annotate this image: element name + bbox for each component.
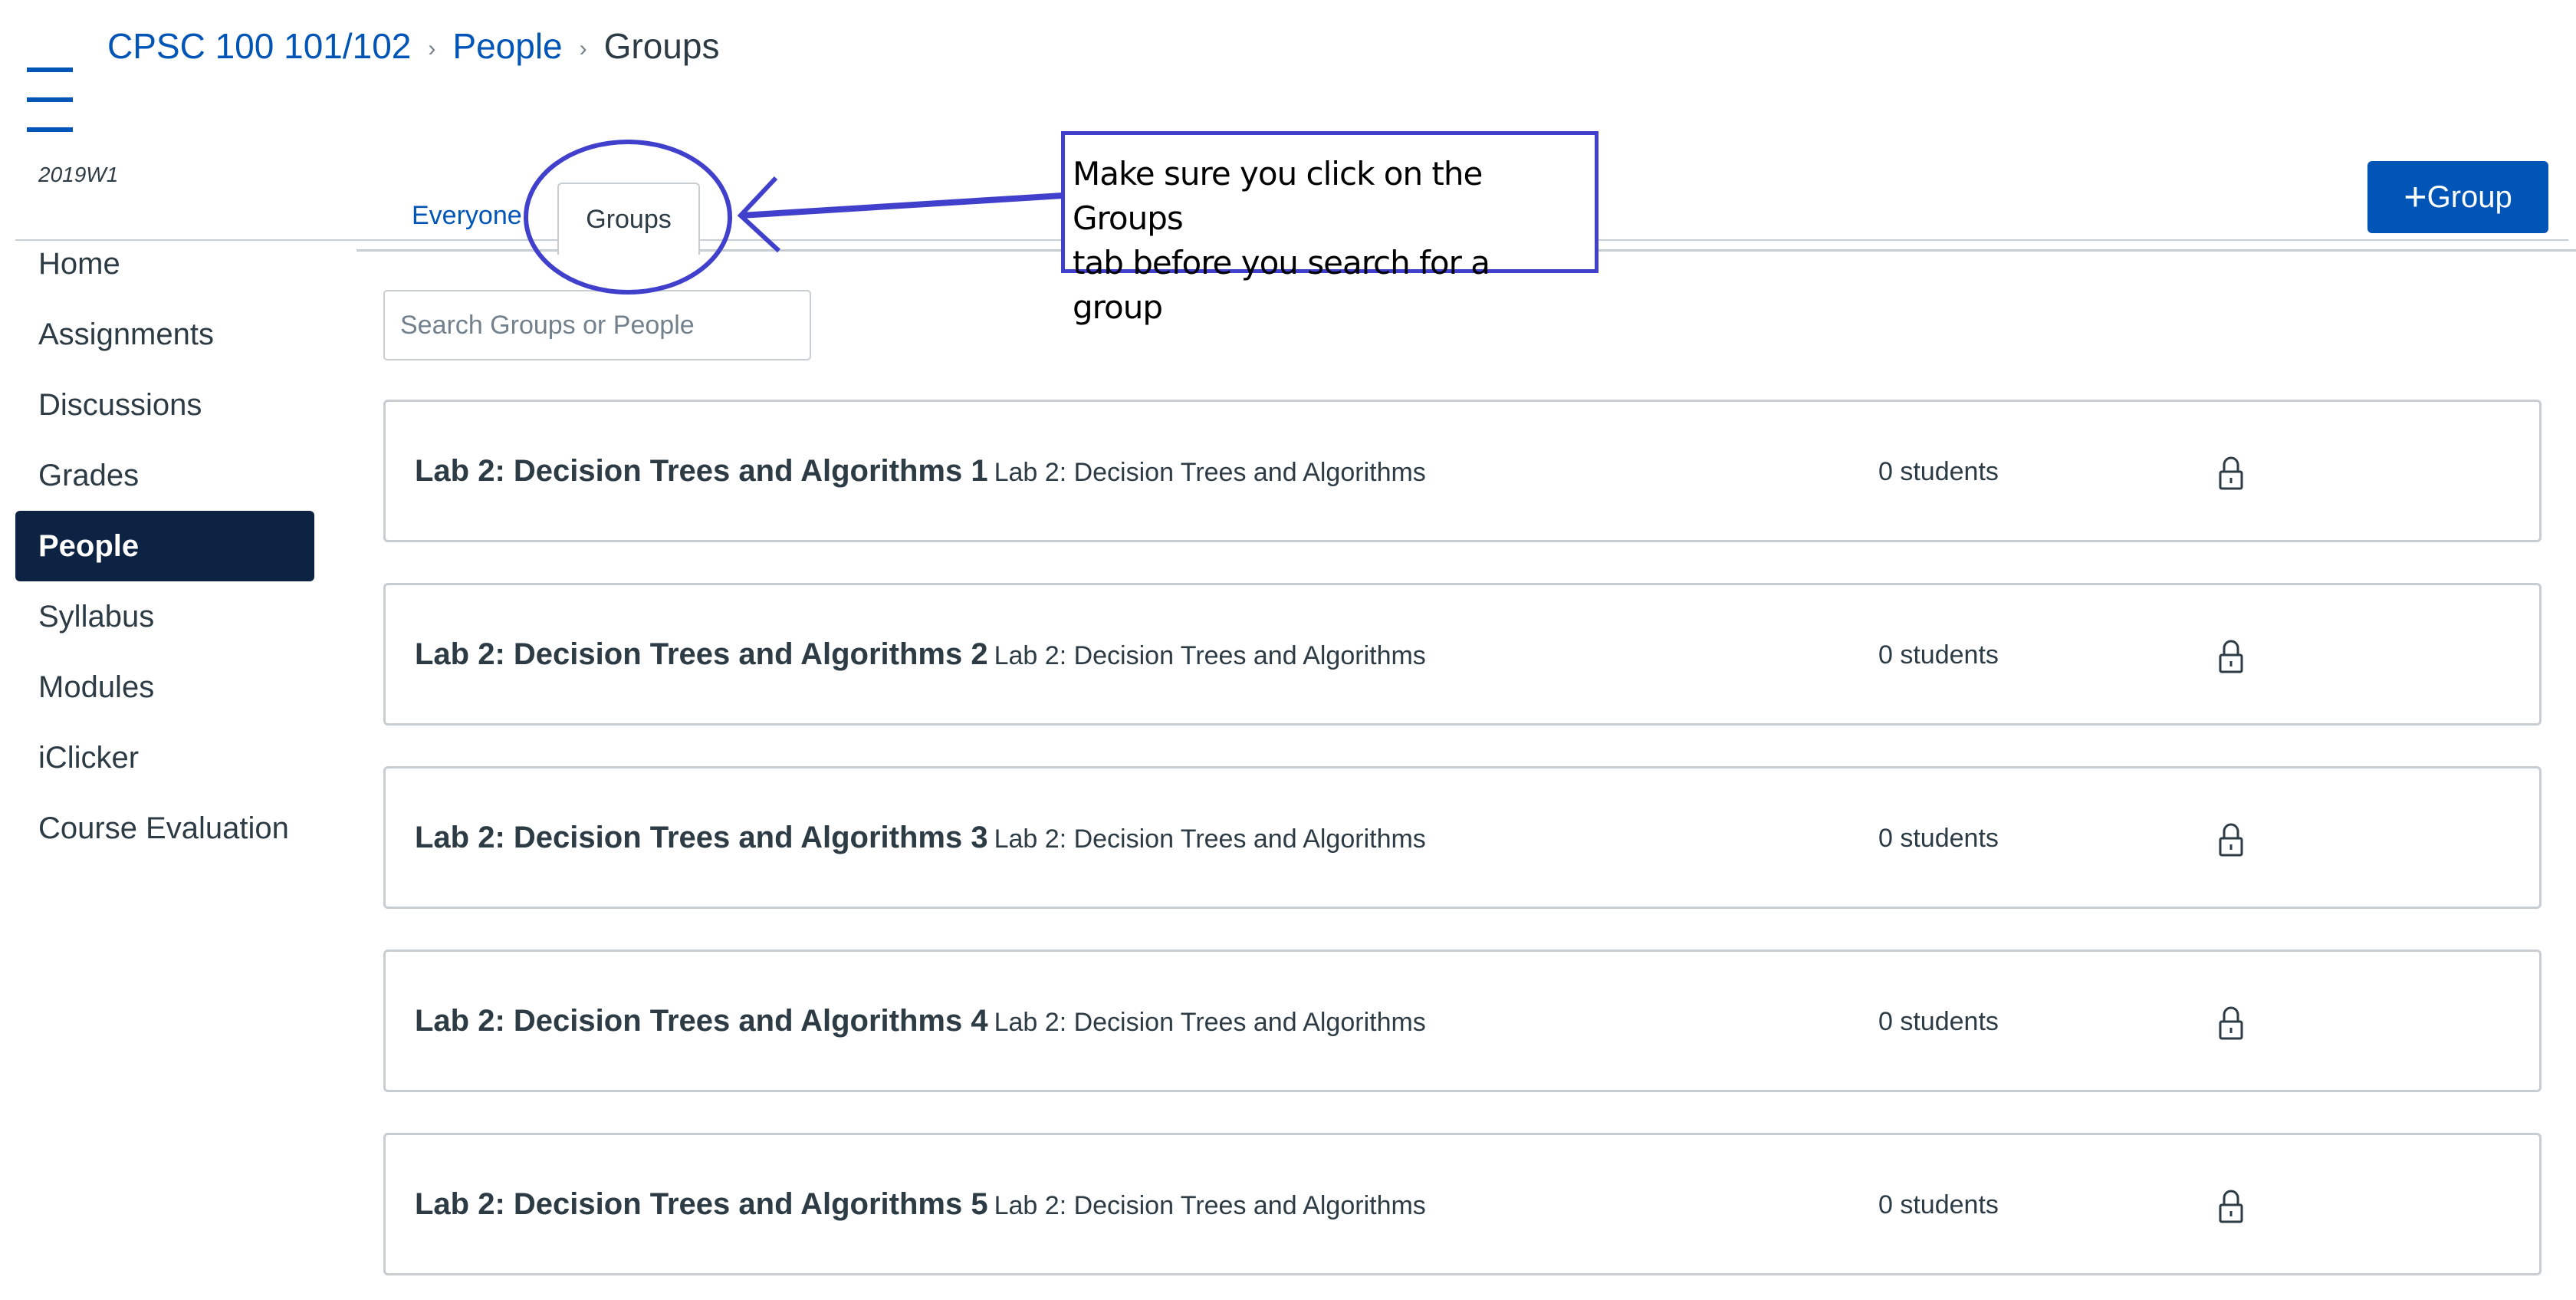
sidebar-item-home[interactable]: Home — [15, 229, 314, 299]
group-row[interactable]: Lab 2: Decision Trees and Algorithms 4 La… — [383, 949, 2542, 1092]
lock-icon[interactable] — [2218, 1005, 2244, 1041]
group-category: Lab 2: Decision Trees and Algorithms — [994, 641, 1426, 670]
chevron-right-icon: › — [579, 35, 587, 61]
group-category: Lab 2: Decision Trees and Algorithms — [994, 458, 1426, 487]
member-count: 0 students — [1878, 1190, 1999, 1219]
search-input[interactable] — [383, 290, 811, 360]
sidebar-item-modules[interactable]: Modules — [15, 652, 314, 722]
group-name-text: Lab 2: Decision Trees and Algorithms 4 — [415, 1004, 988, 1038]
group-name[interactable]: Lab 2: Decision Trees and Algorithms 3 La… — [415, 821, 1426, 855]
sidebar-item-assignments[interactable]: Assignments — [15, 299, 314, 370]
course-nav: Home Assignments Discussions Grades Peop… — [15, 229, 314, 864]
chevron-right-icon: › — [428, 35, 436, 61]
group-name-text: Lab 2: Decision Trees and Algorithms 5 — [415, 1187, 988, 1221]
sidebar-item-syllabus[interactable]: Syllabus — [15, 581, 314, 652]
tab-groups[interactable]: Groups — [557, 183, 700, 255]
member-count: 0 students — [1878, 824, 1999, 853]
tab-everyone[interactable]: Everyone — [412, 201, 522, 231]
sidebar-item-course-evaluation[interactable]: Course Evaluation — [15, 793, 314, 864]
breadcrumb-people[interactable]: People — [452, 26, 562, 66]
annotation-arrow-shaft — [740, 193, 1063, 219]
group-row[interactable]: Lab 2: Decision Trees and Algorithms 1 La… — [383, 400, 2542, 542]
group-row[interactable]: Lab 2: Decision Trees and Algorithms 3 La… — [383, 766, 2542, 909]
breadcrumb: CPSC 100 101/102 › People › Groups — [107, 21, 719, 74]
member-count: 0 students — [1878, 1007, 1999, 1036]
group-category: Lab 2: Decision Trees and Algorithms — [994, 824, 1426, 854]
group-name-text: Lab 2: Decision Trees and Algorithms 2 — [415, 637, 988, 671]
add-group-button[interactable]: +Group — [2367, 161, 2548, 233]
term-label: 2019W1 — [38, 163, 119, 186]
group-name[interactable]: Lab 2: Decision Trees and Algorithms 1 La… — [415, 454, 1426, 489]
add-group-label: Group — [2426, 180, 2512, 214]
lock-icon[interactable] — [2218, 639, 2244, 674]
group-category: Lab 2: Decision Trees and Algorithms — [994, 1191, 1426, 1220]
annotation-callout: Make sure you click on the Groups tab be… — [1061, 131, 1598, 326]
breadcrumb-course[interactable]: CPSC 100 101/102 — [107, 26, 411, 66]
annotation-line-1: Make sure you click on the Groups — [1073, 155, 1483, 237]
group-name[interactable]: Lab 2: Decision Trees and Algorithms 2 La… — [415, 637, 1426, 672]
sidebar-item-discussions[interactable]: Discussions — [15, 370, 314, 440]
lock-icon[interactable] — [2218, 1189, 2244, 1224]
group-name[interactable]: Lab 2: Decision Trees and Algorithms 4 La… — [415, 1004, 1426, 1038]
group-category: Lab 2: Decision Trees and Algorithms — [994, 1008, 1426, 1037]
breadcrumb-current: Groups — [603, 26, 720, 66]
group-name-text: Lab 2: Decision Trees and Algorithms 3 — [415, 821, 988, 854]
lock-icon[interactable] — [2218, 822, 2244, 857]
sidebar-item-people[interactable]: People — [15, 511, 314, 581]
annotation-line-2: tab before you search for a group — [1073, 244, 1490, 326]
plus-icon: + — [2404, 175, 2427, 219]
group-name-text: Lab 2: Decision Trees and Algorithms 1 — [415, 454, 988, 488]
hamburger-menu-icon[interactable] — [27, 67, 73, 132]
group-name[interactable]: Lab 2: Decision Trees and Algorithms 5 La… — [415, 1187, 1426, 1222]
sidebar-item-iclicker[interactable]: iClicker — [15, 722, 314, 793]
lock-icon[interactable] — [2218, 456, 2244, 491]
member-count: 0 students — [1878, 640, 1999, 670]
group-row[interactable]: Lab 2: Decision Trees and Algorithms 2 La… — [383, 583, 2542, 726]
group-row[interactable]: Lab 2: Decision Trees and Algorithms 5 La… — [383, 1133, 2542, 1275]
member-count: 0 students — [1878, 457, 1999, 486]
sidebar-item-grades[interactable]: Grades — [15, 440, 314, 511]
